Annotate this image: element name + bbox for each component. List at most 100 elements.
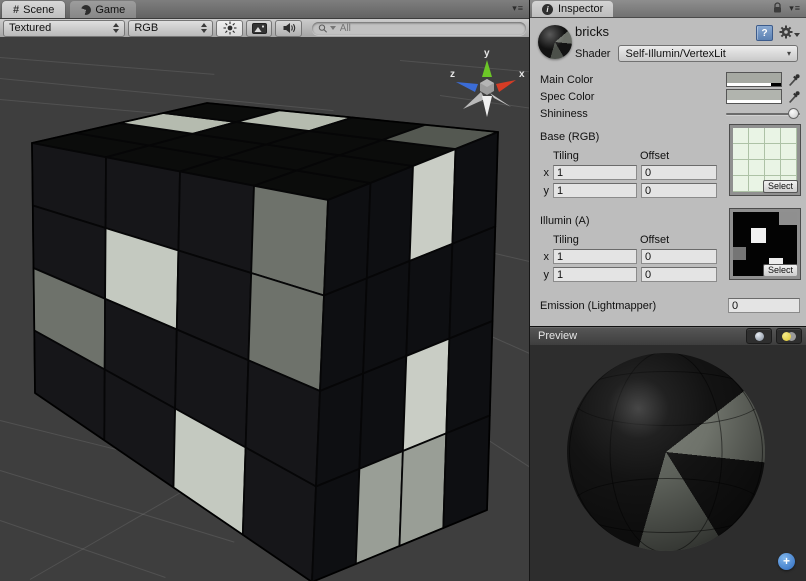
base-x-label: x bbox=[540, 167, 549, 179]
base-tiling-y-input[interactable] bbox=[553, 183, 637, 198]
shader-dropdown[interactable]: Self-Illumin/VertexLit ▾ bbox=[618, 45, 798, 62]
cube-tile bbox=[312, 469, 359, 581]
spec-color-label: Spec Color bbox=[540, 91, 726, 103]
illumin-tiling-header: Tiling bbox=[553, 234, 640, 246]
unity-editor-window: # Scene Game ▾≡ Textured RGB bbox=[0, 0, 806, 581]
cube-face-right bbox=[312, 132, 498, 581]
light-toggle-icon bbox=[782, 332, 796, 341]
eyedropper-icon[interactable] bbox=[787, 73, 800, 87]
inspector-panel: i Inspector ▾≡ bricks Shader Self-Illumi… bbox=[530, 0, 806, 581]
base-tiling-header: Tiling bbox=[553, 150, 640, 162]
updown-arrows-icon bbox=[113, 23, 119, 33]
base-section: Base (RGB) Tiling Offset x y Select bbox=[530, 131, 806, 198]
scene-search-field[interactable] bbox=[312, 22, 526, 35]
main-color-label: Main Color bbox=[540, 74, 726, 86]
y-axis-cone[interactable] bbox=[482, 60, 492, 77]
gizmo-y-label: y bbox=[484, 48, 490, 59]
scene-grid-icon: # bbox=[13, 4, 19, 16]
illumin-offset-y-input[interactable] bbox=[641, 267, 717, 282]
illumin-texture-thumbnail[interactable]: Select bbox=[730, 209, 800, 279]
scene-toolbar: Textured RGB bbox=[0, 19, 529, 38]
emission-label: Emission (Lightmapper) bbox=[540, 300, 728, 312]
illumin-texture-select-button[interactable]: Select bbox=[763, 264, 798, 277]
illumin-y-label: y bbox=[540, 269, 549, 281]
illumin-offset-header: Offset bbox=[640, 234, 669, 246]
x-axis-cone[interactable] bbox=[496, 80, 516, 92]
base-offset-x-input[interactable] bbox=[641, 165, 717, 180]
shininess-slider[interactable] bbox=[726, 107, 800, 121]
scene-panel-menu-icon[interactable]: ▾≡ bbox=[512, 3, 524, 14]
search-input[interactable] bbox=[338, 22, 520, 35]
neg-axis-cone[interactable] bbox=[482, 96, 492, 117]
tab-scene-label: Scene bbox=[23, 4, 54, 16]
base-offset-header: Offset bbox=[640, 150, 669, 162]
illumin-tiling-y-input[interactable] bbox=[553, 267, 637, 282]
spec-color-swatch[interactable] bbox=[726, 89, 782, 104]
orientation-gizmo[interactable]: y x z bbox=[447, 46, 527, 124]
scene-audio-toggle[interactable] bbox=[275, 20, 302, 37]
illumin-offset-x-input[interactable] bbox=[641, 249, 717, 264]
eyedropper-icon[interactable] bbox=[787, 90, 800, 104]
sun-icon bbox=[223, 21, 237, 35]
gizmo-z-label: z bbox=[450, 69, 455, 80]
illumin-tiling-x-input[interactable] bbox=[553, 249, 637, 264]
sphere-shading bbox=[567, 353, 765, 551]
main-color-row: Main Color bbox=[530, 71, 806, 88]
inspector-tabstrip: i Inspector ▾≡ bbox=[530, 0, 806, 18]
material-name: bricks bbox=[575, 24, 609, 39]
preview-viewport[interactable]: + bbox=[530, 345, 806, 581]
chevron-down-icon: ▾ bbox=[787, 49, 791, 58]
tab-game-label: Game bbox=[95, 4, 125, 16]
info-icon: i bbox=[542, 4, 553, 15]
inspector-panel-menu-icon[interactable]: ▾≡ bbox=[789, 3, 801, 14]
scene-lighting-toggle[interactable] bbox=[216, 20, 243, 37]
preview-pane: Preview + bbox=[530, 326, 806, 581]
slider-knob[interactable] bbox=[788, 108, 799, 119]
neg-axis-cone[interactable] bbox=[463, 92, 485, 109]
preview-header[interactable]: Preview bbox=[530, 327, 806, 346]
emission-row: Emission (Lightmapper) bbox=[530, 297, 806, 314]
gear-icon bbox=[779, 25, 793, 39]
lock-icon[interactable] bbox=[772, 2, 783, 14]
cube-face-left bbox=[32, 143, 328, 581]
preview-title: Preview bbox=[538, 330, 577, 342]
gear-dropdown-arrow-icon bbox=[794, 33, 800, 37]
base-texture-thumbnail[interactable]: Select bbox=[730, 125, 800, 195]
material-preview-thumbnail[interactable] bbox=[538, 25, 572, 59]
color-mode-dropdown[interactable]: RGB bbox=[128, 20, 213, 37]
emission-input[interactable] bbox=[728, 298, 800, 313]
tab-scene[interactable]: # Scene bbox=[2, 1, 65, 18]
preview-lighting-button[interactable] bbox=[776, 328, 802, 344]
z-axis-cone[interactable] bbox=[456, 82, 478, 92]
tab-inspector-label: Inspector bbox=[558, 3, 603, 15]
scene-skybox-toggle[interactable] bbox=[246, 20, 273, 37]
preview-shape-button[interactable] bbox=[746, 328, 772, 344]
gizmo-x-label: x bbox=[519, 69, 525, 80]
spec-color-row: Spec Color bbox=[530, 88, 806, 105]
base-texture-select-button[interactable]: Select bbox=[763, 180, 798, 193]
add-label-button[interactable]: + bbox=[778, 553, 795, 570]
texture-tile bbox=[733, 247, 746, 260]
base-offset-y-input[interactable] bbox=[641, 183, 717, 198]
shader-value: Self-Illumin/VertexLit bbox=[625, 48, 725, 60]
base-tiling-x-input[interactable] bbox=[553, 165, 637, 180]
preview-sphere[interactable] bbox=[567, 353, 765, 551]
draw-mode-value: Textured bbox=[9, 22, 51, 34]
tab-inspector[interactable]: i Inspector bbox=[532, 1, 613, 17]
image-icon bbox=[252, 23, 267, 34]
search-icon bbox=[318, 23, 328, 34]
draw-mode-dropdown[interactable]: Textured bbox=[3, 20, 125, 37]
material-header: bricks Shader Self-Illumin/VertexLit ▾ ? bbox=[530, 18, 806, 64]
shininess-row: Shininess bbox=[530, 105, 806, 122]
main-color-swatch[interactable] bbox=[726, 72, 782, 87]
help-icon[interactable]: ? bbox=[756, 25, 773, 41]
scene-viewport[interactable]: y x z bbox=[0, 37, 529, 581]
cube-tile bbox=[410, 149, 456, 261]
color-mode-value: RGB bbox=[134, 22, 158, 34]
tab-game[interactable]: Game bbox=[70, 1, 136, 18]
neg-axis-cone[interactable] bbox=[490, 93, 511, 107]
base-y-label: y bbox=[540, 185, 549, 197]
context-menu-button[interactable] bbox=[779, 25, 800, 39]
scene-panel: # Scene Game ▾≡ Textured RGB bbox=[0, 0, 530, 581]
search-filter-arrow-icon[interactable] bbox=[330, 26, 336, 30]
